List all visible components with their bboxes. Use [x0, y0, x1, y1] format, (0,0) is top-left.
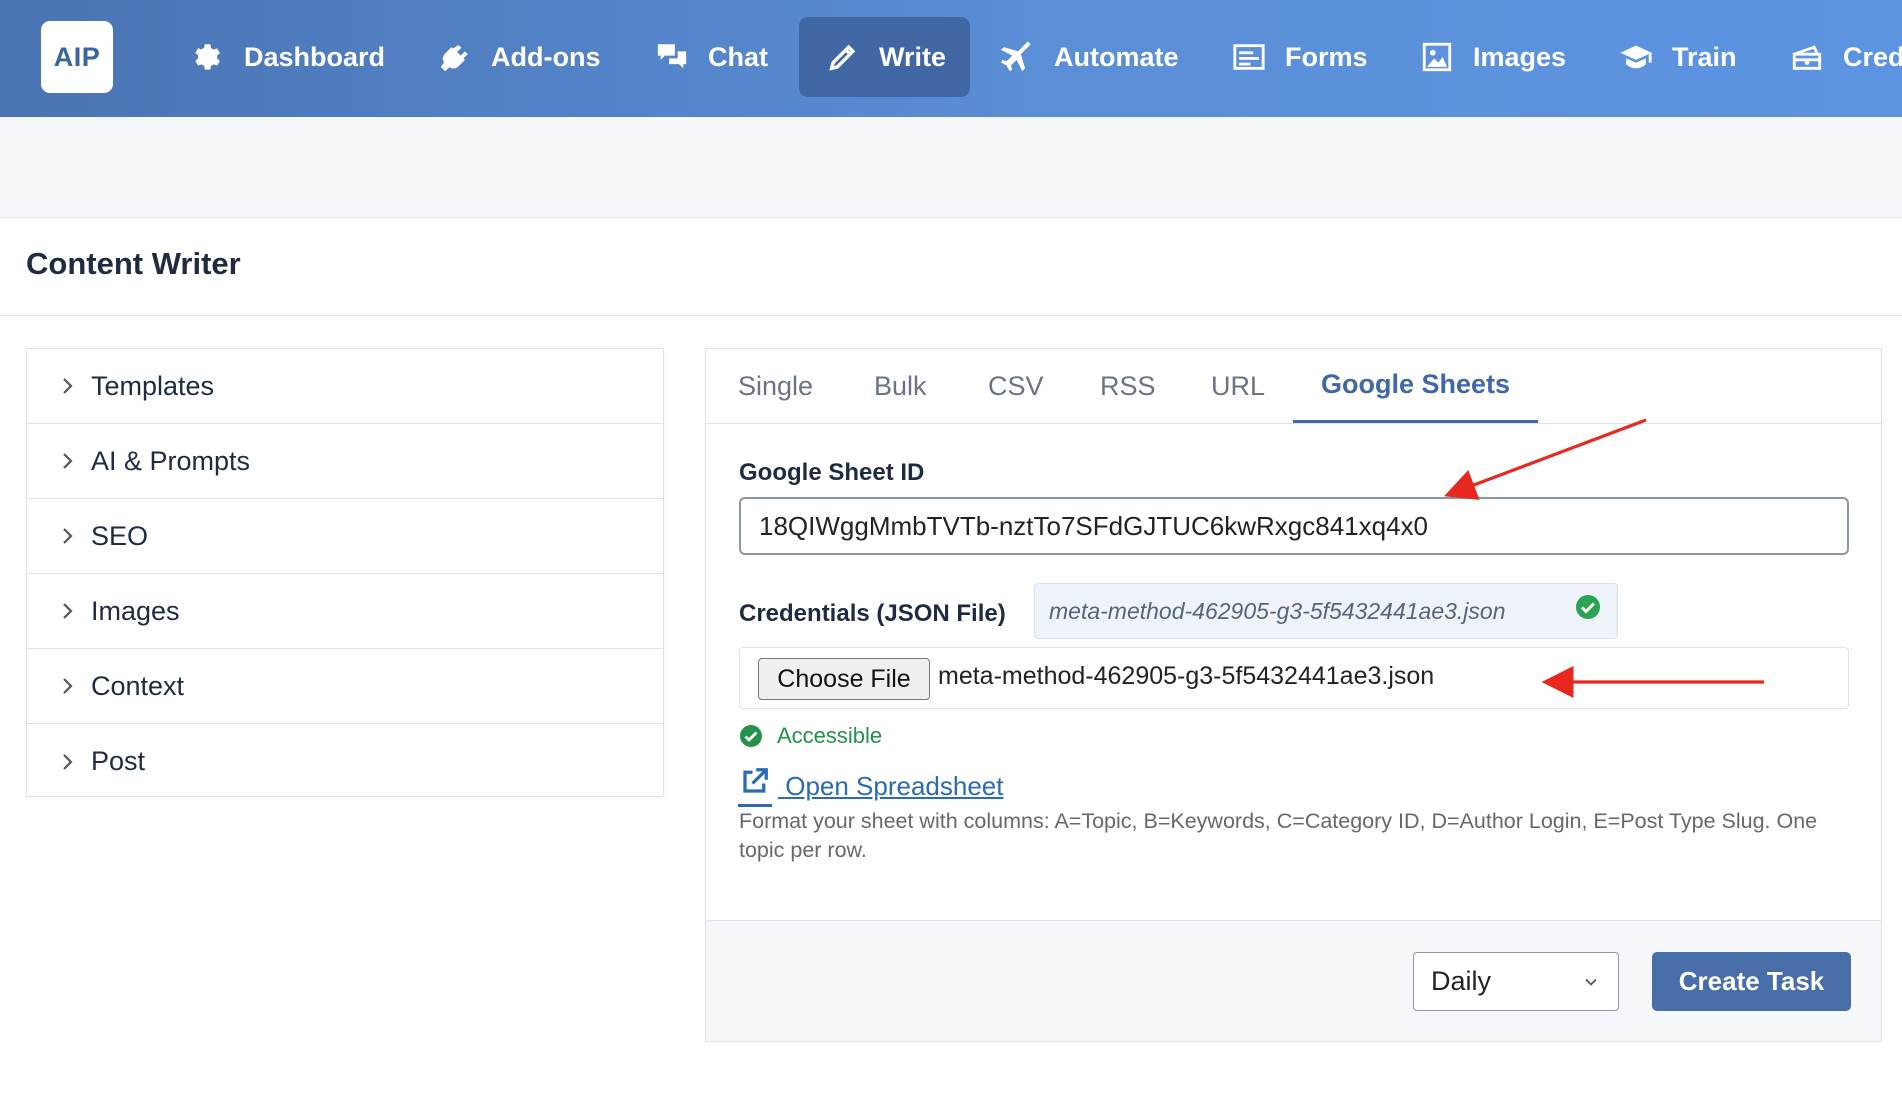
pencil-icon — [825, 39, 861, 75]
nav-label: Forms — [1285, 41, 1368, 72]
accordion-item-context[interactable]: Context — [27, 649, 663, 724]
credentials-file-badge: meta-method-462905-g3-5f5432441ae3.json — [1034, 583, 1618, 639]
subheader-strip — [0, 117, 1902, 218]
accordion-label: SEO — [91, 520, 149, 551]
choose-file-button[interactable]: Choose File — [758, 658, 930, 700]
chosen-file-name: meta-method-462905-g3-5f5432441ae3.json — [938, 662, 1435, 690]
accordion-item-templates[interactable]: Templates — [27, 349, 663, 424]
frequency-value: Daily — [1431, 966, 1492, 996]
nav-label: Chat — [708, 41, 768, 72]
nav-label: Images — [1473, 41, 1567, 72]
nav-item-addons[interactable]: Add-ons — [437, 17, 600, 97]
tab-csv[interactable]: CSV — [988, 349, 1044, 423]
nav-item-train[interactable]: Train — [1618, 17, 1737, 97]
credentials-label: Credentials (JSON File) — [739, 600, 1006, 627]
nav-item-automate[interactable]: Automate — [1000, 17, 1179, 97]
nav-label: Automate — [1054, 41, 1179, 72]
tab-rss[interactable]: RSS — [1100, 349, 1156, 423]
tab-bulk[interactable]: Bulk — [874, 349, 927, 423]
nav-label: Add-ons — [491, 41, 601, 72]
access-status-text: Accessible — [777, 723, 883, 748]
accordion-label: AI & Prompts — [91, 445, 251, 476]
chevron-right-icon — [57, 451, 77, 471]
page-title: Content Writer — [26, 246, 241, 281]
open-spreadsheet-text: Open Spreadsheet — [778, 770, 1004, 801]
nav-label: Dashboard — [244, 41, 386, 72]
check-circle-icon — [739, 724, 763, 748]
sheet-id-input[interactable] — [739, 497, 1849, 555]
accordion-label: Templates — [91, 370, 215, 401]
accordion-label: Context — [91, 670, 185, 701]
google-sheets-panel: Single Bulk CSV RSS URL Google Sheets Go… — [705, 348, 1882, 1042]
chevron-right-icon — [57, 601, 77, 621]
create-task-button[interactable]: Create Task — [1652, 952, 1851, 1011]
chevron-down-icon — [1584, 975, 1598, 989]
nav-item-write[interactable]: Write — [799, 17, 971, 97]
accordion-label: Post — [91, 746, 146, 776]
plugin-icon — [437, 39, 473, 75]
nav-item-credits[interactable]: Cred — [1789, 17, 1902, 97]
accordion-label: Images — [91, 595, 180, 626]
nav-item-forms[interactable]: Forms — [1231, 17, 1368, 97]
accordion-item-ai-prompts[interactable]: AI & Prompts — [27, 424, 663, 499]
open-spreadsheet-link[interactable]: Open Spreadsheet — [738, 765, 1004, 807]
settings-accordion: Templates AI & Prompts SEO Images Contex… — [26, 348, 664, 797]
credentials-file-input: Choose File meta-method-462905-g3-5f5432… — [739, 647, 1849, 709]
sheet-id-label: Google Sheet ID — [739, 459, 925, 486]
tab-url[interactable]: URL — [1211, 349, 1265, 423]
format-help-text: Format your sheet with columns: A=Topic,… — [739, 809, 1818, 862]
gear-icon — [190, 39, 226, 75]
nav-item-dashboard[interactable]: Dashboard — [190, 17, 385, 97]
credentials-file-name: meta-method-462905-g3-5f5432441ae3.json — [1049, 597, 1506, 624]
image-icon — [1419, 39, 1455, 75]
title-bar — [0, 218, 1902, 316]
money-icon — [1789, 39, 1825, 75]
tab-google-sheets[interactable]: Google Sheets — [1293, 349, 1538, 423]
app-logo[interactable]: AIP — [41, 21, 113, 93]
check-circle-icon — [1575, 594, 1601, 620]
nav-label: Write — [879, 41, 947, 72]
access-status: Accessible — [739, 721, 882, 751]
accordion-item-images[interactable]: Images — [27, 574, 663, 649]
chevron-right-icon — [57, 526, 77, 546]
chat-bubbles-icon — [654, 39, 690, 75]
accordion-item-post[interactable]: Post — [27, 724, 663, 799]
chevron-right-icon — [57, 676, 77, 696]
nav-item-chat[interactable]: Chat — [654, 17, 768, 97]
nav-item-images[interactable]: Images — [1419, 17, 1566, 97]
accordion-item-seo[interactable]: SEO — [27, 499, 663, 574]
external-link-icon — [738, 766, 772, 807]
graduation-cap-icon — [1618, 39, 1654, 75]
nav-label: Train — [1672, 41, 1737, 72]
frequency-select[interactable]: Daily — [1413, 952, 1619, 1011]
source-tabs: Single Bulk CSV RSS URL Google Sheets — [706, 349, 1881, 424]
nav-label: Cred — [1843, 41, 1902, 72]
chevron-right-icon — [57, 752, 77, 772]
panel-footer: Daily Create Task — [706, 920, 1881, 1041]
tab-single[interactable]: Single — [738, 349, 813, 423]
top-navigation: AIP Dashboard Add-ons Chat Write Automat… — [0, 0, 1902, 117]
plane-icon — [1000, 39, 1036, 75]
chevron-right-icon — [57, 376, 77, 396]
form-icon — [1231, 39, 1267, 75]
